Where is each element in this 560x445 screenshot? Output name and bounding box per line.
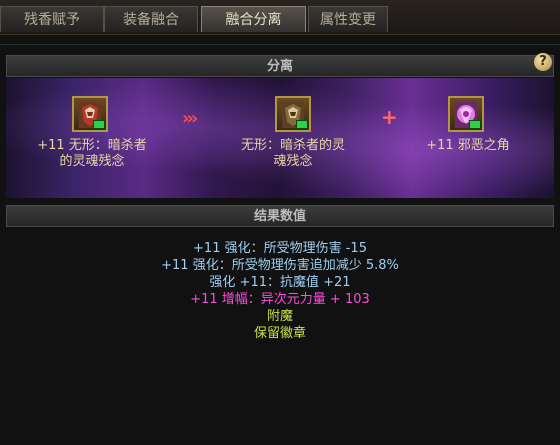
plus-icon: +: [381, 105, 398, 129]
tab-bar: 残香赋予 装备融合 融合分离 属性变更: [0, 0, 560, 35]
help-button[interactable]: ?: [534, 53, 552, 71]
result-item-name-line1: 无形：暗杀者的灵: [240, 138, 345, 153]
triple-chevron-right-icon: ›››: [182, 108, 198, 129]
split-section-title: 分离: [266, 59, 293, 74]
source-item-name-line2: 的灵魂残念: [59, 154, 125, 169]
green-gem-icon: [296, 120, 308, 129]
result-line: 保留徽章: [253, 326, 306, 341]
source-item-slot[interactable]: [72, 96, 108, 132]
result-section-header: 结果数值: [6, 205, 554, 227]
split-item-band: +11 无形：暗杀者 的灵魂残念 ››› 无形：暗杀者的灵 魂残念 + +11 …: [6, 78, 554, 198]
result-line: 强化 +11：抗魔值 +21: [209, 275, 351, 290]
split-section-header: 分离: [6, 55, 554, 77]
green-gem-icon: [93, 120, 105, 129]
tab-attribute-change[interactable]: 属性变更: [308, 6, 388, 32]
result-values: +11 强化：所受物理伤害 -15 +11 强化：所受物理伤害追加减少 5.8%…: [0, 240, 560, 342]
result-line: +11 增幅：异次元力量 + 103: [190, 292, 370, 307]
fusion-window: 残香赋予 装备融合 融合分离 属性变更 分离 ? +11 无形：暗杀者 的灵魂残: [0, 0, 560, 445]
result-item-name-line2: 魂残念: [273, 154, 313, 169]
question-mark-icon: ?: [539, 54, 547, 69]
result-line: +11 强化：所受物理伤害 -15: [193, 241, 367, 256]
material-item-name-line1: +11 邪恶之角: [426, 138, 510, 153]
result-line: 附魔: [266, 309, 293, 324]
source-item-name: +11 无形：暗杀者 的灵魂残念: [22, 138, 162, 170]
result-line: +11 强化：所受物理伤害追加减少 5.8%: [161, 258, 399, 273]
tab-fusion-split[interactable]: 融合分离: [201, 6, 306, 32]
source-item-name-line1: +11 无形：暗杀者: [37, 138, 147, 153]
green-gem-icon: [469, 120, 481, 129]
tab-incense[interactable]: 残香赋予: [0, 6, 104, 32]
result-item-name: 无形：暗杀者的灵 魂残念: [223, 138, 363, 170]
result-item-slot[interactable]: [275, 96, 311, 132]
material-item-slot[interactable]: [448, 96, 484, 132]
tab-equipment-fusion[interactable]: 装备融合: [104, 6, 198, 32]
material-item-name: +11 邪恶之角: [398, 138, 538, 154]
result-section-title: 结果数值: [253, 209, 306, 224]
